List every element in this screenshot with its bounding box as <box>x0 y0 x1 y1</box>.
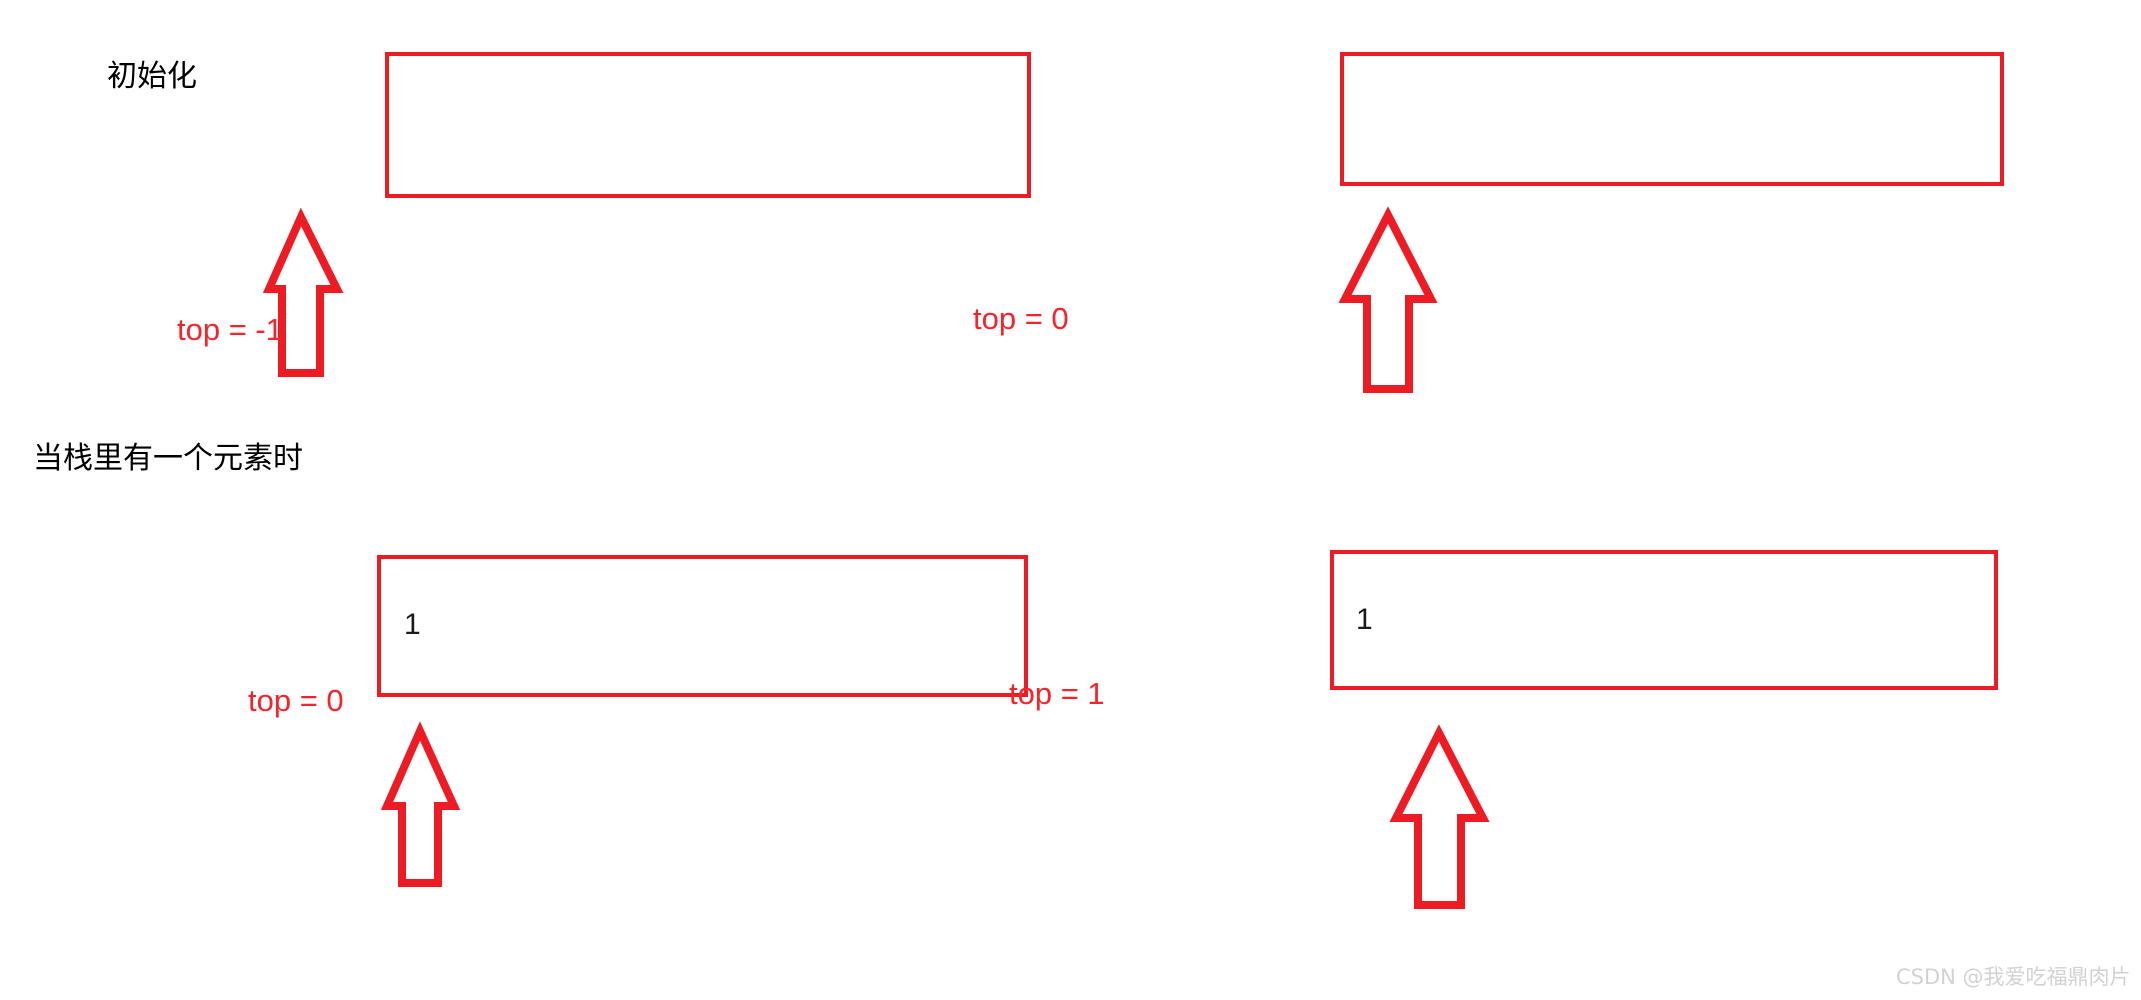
arrow-up-outline-icon-one-element-left <box>380 721 462 888</box>
row-label-initialization: 初始化 <box>107 59 197 94</box>
stack-box-one-element-left <box>377 555 1028 697</box>
csdn-watermark: CSDN @我爱吃福鼎肉片 <box>1896 965 2131 989</box>
arrow-up-outline-icon-init-left <box>262 207 346 378</box>
row-label-one-element: 当栈里有一个元素时 <box>33 441 303 476</box>
stack-box-init-after-push <box>1340 52 2004 186</box>
diagram-canvas: 初始化 top = -1 top = 0 当栈里有一个元素时 1 top = 0… <box>0 0 2141 1000</box>
stack-box-one-element-right <box>1330 550 1998 690</box>
arrow-up-outline-icon-init-right <box>1338 206 1438 394</box>
arrow-up-outline-icon-one-element-right <box>1389 724 1490 910</box>
top-pointer-label-init-right: top = 0 <box>973 301 1069 336</box>
stack-box-init-empty <box>385 52 1031 198</box>
stack-cell-one-element-right: 1 <box>1356 603 1373 636</box>
top-pointer-label-one-element-right: top = 1 <box>1009 676 1105 711</box>
top-pointer-label-init-left: top = -1 <box>177 312 283 347</box>
stack-cell-one-element-left: 1 <box>404 608 421 641</box>
top-pointer-label-one-element-left: top = 0 <box>248 683 344 718</box>
